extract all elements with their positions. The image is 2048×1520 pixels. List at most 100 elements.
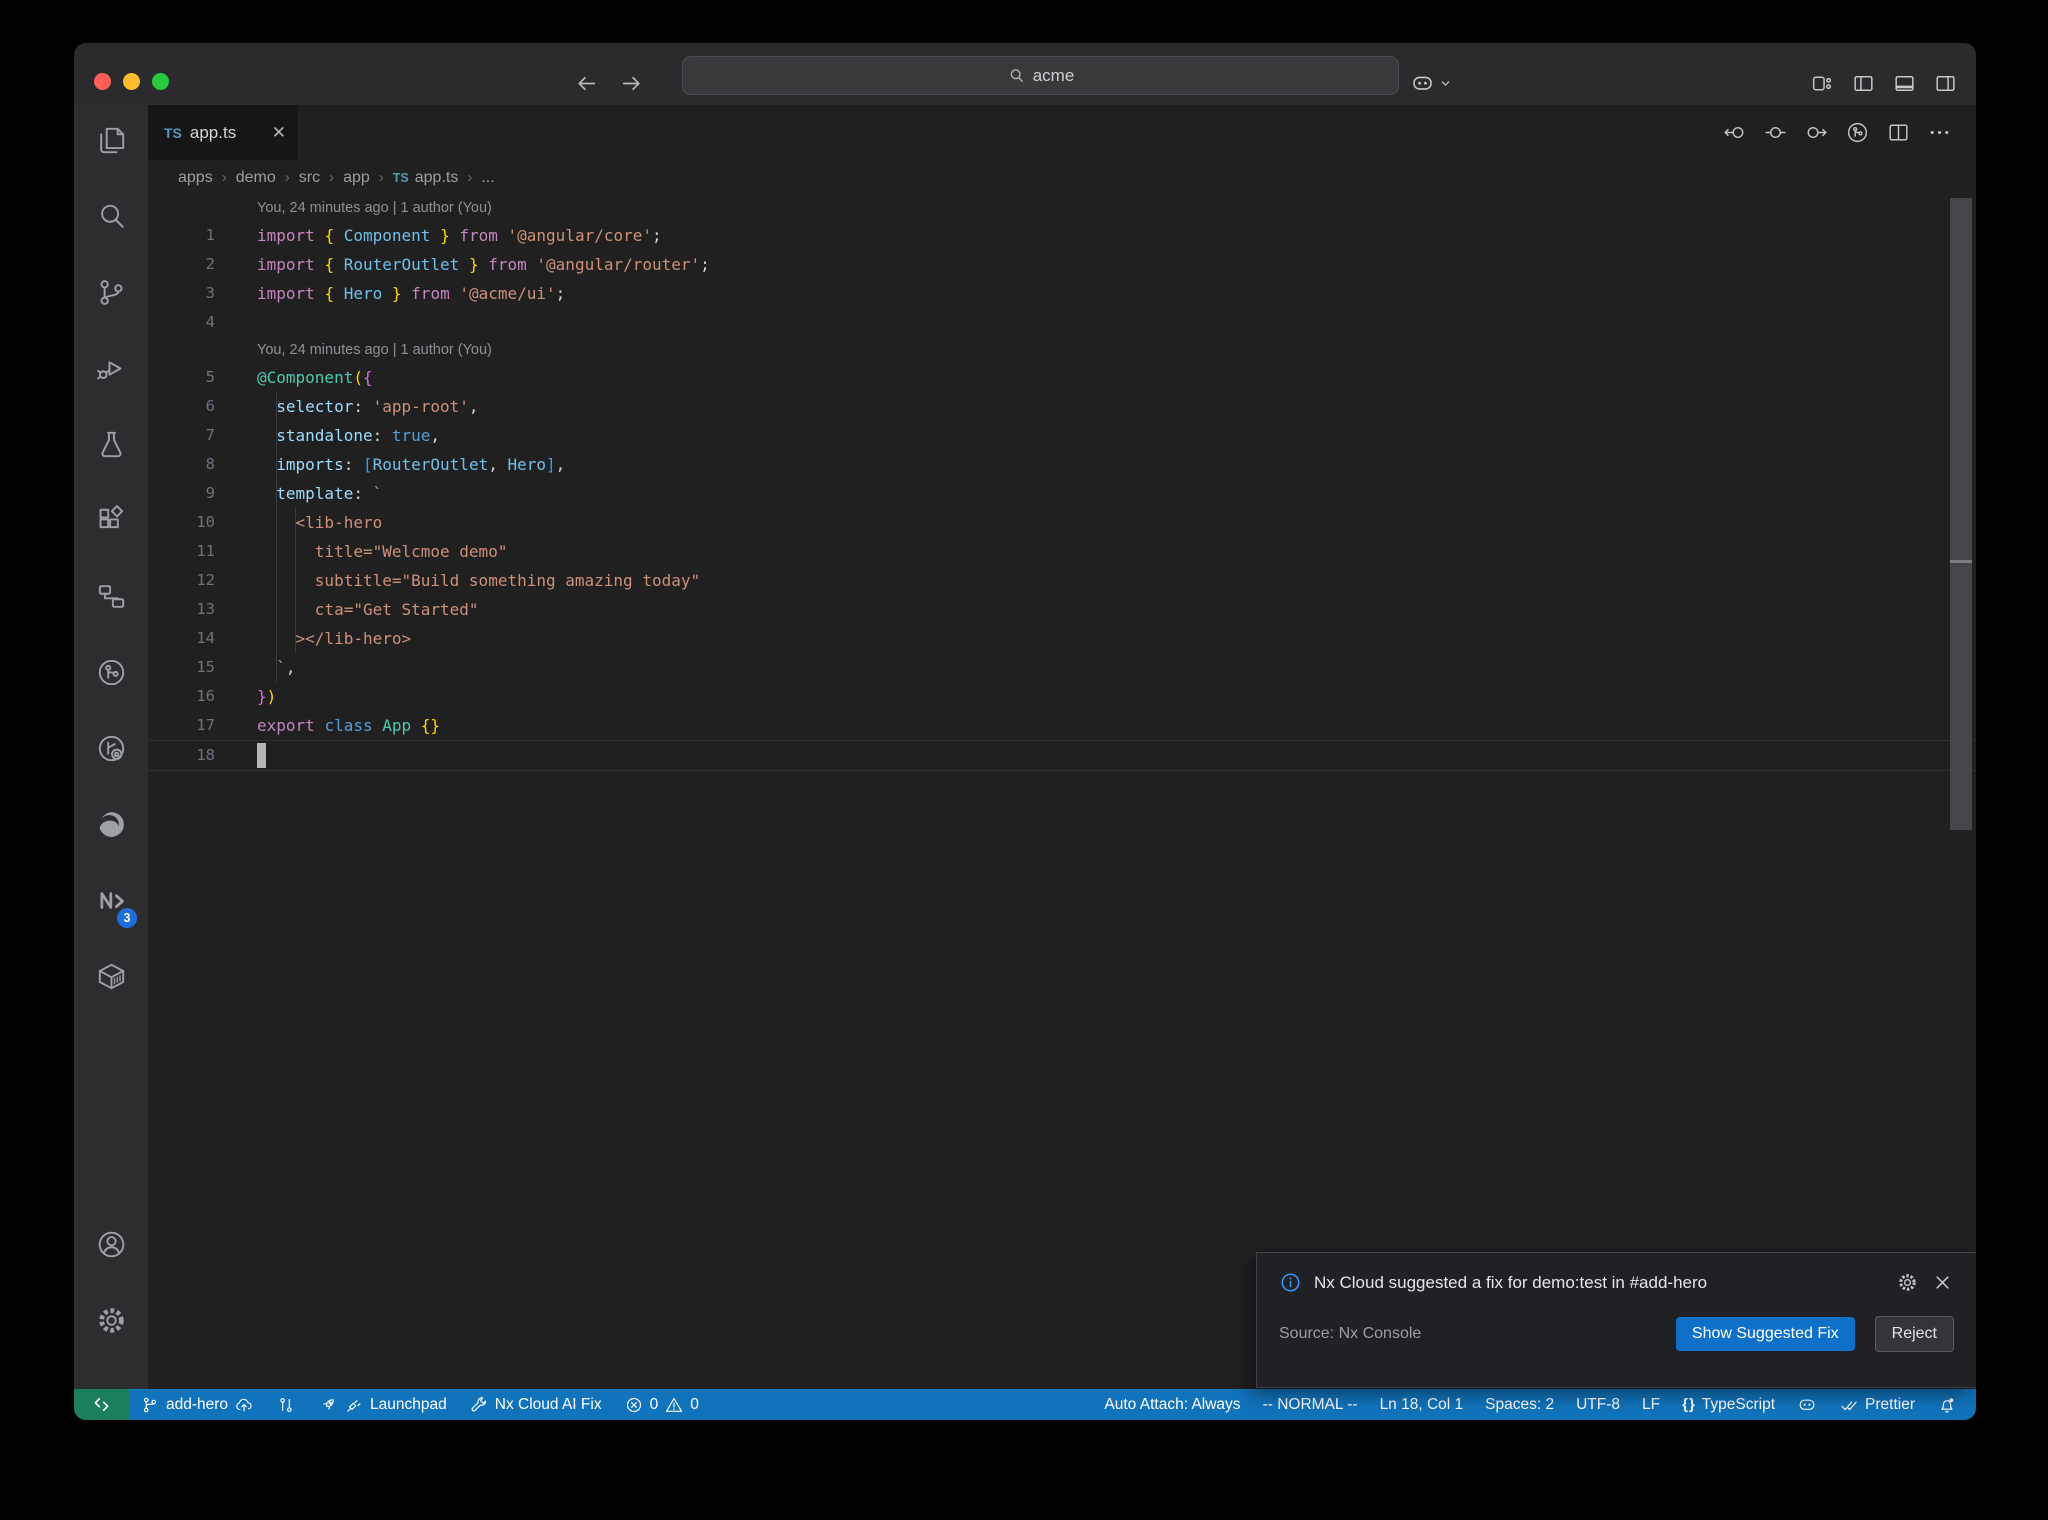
activity-item-explorer[interactable] xyxy=(87,119,135,167)
activity-item-source-control[interactable] xyxy=(87,271,135,319)
line-number: 10 xyxy=(196,513,215,531)
status-item-git-graph[interactable] xyxy=(265,1389,307,1420)
command-center-search[interactable]: acme xyxy=(682,56,1399,95)
status-item-auto-attach[interactable]: Auto Attach: Always xyxy=(1093,1389,1251,1420)
status-item-cursor-position[interactable]: Ln 18, Col 1 xyxy=(1369,1389,1475,1420)
code-line-3: 3 import { Hero } from '@acme/ui'; xyxy=(148,279,1976,308)
toggle-primary-sidebar-icon[interactable] xyxy=(1851,71,1876,96)
status-item-branch-add-hero[interactable]: add-hero xyxy=(129,1389,265,1420)
breadcrumb-item--[interactable]: ... xyxy=(481,169,494,187)
nx-cloud-icon xyxy=(95,732,128,770)
source-control-icon xyxy=(95,276,128,314)
tab-bar: TS app.ts ✕ xyxy=(148,105,1976,160)
copilot-icon[interactable] xyxy=(1410,71,1435,96)
status-item-nx-cloud-ai-fix[interactable]: Nx Cloud AI Fix xyxy=(458,1389,613,1420)
nx-run-target-icon[interactable] xyxy=(1845,120,1870,145)
status-item-indentation[interactable]: Spaces: 2 xyxy=(1474,1389,1565,1420)
history-back-icon[interactable] xyxy=(574,71,599,96)
nav-back-circle-icon[interactable] xyxy=(1722,120,1747,145)
notification-source: Source: Nx Console xyxy=(1279,1325,1422,1342)
text-cursor xyxy=(257,743,266,768)
code-line-12: 12 subtitle="Build something amazing tod… xyxy=(148,566,1976,595)
toggle-secondary-sidebar-icon[interactable] xyxy=(1933,71,1958,96)
activity-item-extensions[interactable] xyxy=(87,499,135,547)
typescript-file-icon: TS xyxy=(164,124,182,141)
breadcrumb-item-src[interactable]: src xyxy=(299,169,320,187)
activity-item-nx-console[interactable]: 3 xyxy=(87,879,137,928)
status-item-launchpad[interactable]: Launchpad xyxy=(307,1389,458,1420)
activity-item-search[interactable] xyxy=(87,195,135,243)
nav-forward-circle-icon[interactable] xyxy=(1804,120,1829,145)
status-item-notifications-bell[interactable] xyxy=(1926,1389,1968,1420)
cloud-upload-icon xyxy=(234,1395,254,1415)
remote-indicator[interactable] xyxy=(74,1389,129,1420)
status-item-eol[interactable]: LF xyxy=(1631,1389,1671,1420)
containers-icon xyxy=(95,960,128,998)
status-item-problems[interactable]: 00 xyxy=(613,1389,710,1420)
accounts-icon xyxy=(95,1228,128,1266)
code-line-10: 10 <lib-hero xyxy=(148,508,1976,537)
breadcrumb-item-app[interactable]: app xyxy=(343,169,370,187)
breadcrumb-item-demo[interactable]: demo xyxy=(236,169,276,187)
activity-item-project-graph[interactable] xyxy=(87,575,135,623)
minimize-window-button[interactable] xyxy=(123,73,140,90)
notification-toast: Nx Cloud suggested a fix for demo:test i… xyxy=(1256,1252,1976,1388)
status-item-vim-mode[interactable]: -- NORMAL -- xyxy=(1252,1389,1369,1420)
code-line-7: 7 standalone: true, xyxy=(148,421,1976,450)
zoom-window-button[interactable] xyxy=(152,73,169,90)
tab-app-ts[interactable]: TS app.ts ✕ xyxy=(148,105,298,160)
typescript-file-icon: TS xyxy=(392,170,409,185)
status-item-language-typescript[interactable]: {} TypeScript xyxy=(1671,1389,1786,1420)
activity-item-run-debug[interactable] xyxy=(87,347,135,395)
code-line-17: 17 export class App {} xyxy=(148,711,1976,740)
line-number: 17 xyxy=(196,716,215,734)
code-editor[interactable]: You, 24 minutes ago | 1 author (You) 1 imp… xyxy=(148,195,1976,1389)
line-number: 3 xyxy=(205,284,215,302)
breadcrumb-item-apps[interactable]: apps xyxy=(178,169,213,187)
status-item-prettier[interactable]: Prettier xyxy=(1828,1389,1926,1420)
reject-button[interactable]: Reject xyxy=(1874,1316,1954,1352)
explorer-icon xyxy=(95,124,128,162)
status-item-encoding[interactable]: UTF-8 xyxy=(1565,1389,1631,1420)
customize-layout-icon[interactable] xyxy=(1810,71,1835,96)
show-suggested-fix-button[interactable]: Show Suggested Fix xyxy=(1675,1317,1855,1351)
badge-count: 3 xyxy=(117,908,137,928)
breadcrumb-separator: › xyxy=(467,169,473,186)
notification-settings-gear-icon[interactable] xyxy=(1896,1271,1919,1294)
more-actions-icon[interactable] xyxy=(1927,120,1952,145)
tab-label: app.ts xyxy=(189,122,237,142)
close-window-button[interactable] xyxy=(94,73,111,90)
chevron-down-icon[interactable] xyxy=(1438,76,1453,91)
code-line-2: 2 import { RouterOutlet } from '@angular/… xyxy=(148,250,1976,279)
activity-item-settings-gear[interactable] xyxy=(87,1299,135,1347)
tab-close-icon[interactable]: ✕ xyxy=(272,124,286,141)
breadcrumb-item-app-ts[interactable]: TS app.ts xyxy=(393,169,459,187)
activity-item-edge-tools[interactable] xyxy=(87,803,135,851)
history-forward-icon[interactable] xyxy=(619,71,644,96)
code-line-18: 18 xyxy=(148,740,1976,771)
notification-close-icon[interactable] xyxy=(1931,1271,1954,1294)
code-line-13: 13 cta="Get Started" xyxy=(148,595,1976,624)
editor-scrollbar[interactable] xyxy=(1950,198,1972,830)
wrench-icon xyxy=(469,1395,489,1415)
error-circle-icon xyxy=(624,1395,644,1415)
toggle-panel-icon[interactable] xyxy=(1892,71,1917,96)
activity-item-nx-cloud[interactable] xyxy=(87,727,135,775)
activity-item-containers[interactable] xyxy=(87,955,135,1003)
edge-tools-icon xyxy=(95,808,128,846)
run-debug-icon xyxy=(95,352,128,390)
activity-item-testing[interactable] xyxy=(87,423,135,471)
split-editor-icon[interactable] xyxy=(1886,120,1911,145)
search-icon xyxy=(95,200,128,238)
line-number: 1 xyxy=(205,226,215,244)
gitlens-blame-annotation: You, 24 minutes ago | 1 author (You) xyxy=(257,200,492,216)
breadcrumb: apps › demo › src › app › TS app.ts ›... xyxy=(148,160,1976,195)
status-item-copilot[interactable] xyxy=(1786,1389,1828,1420)
activity-item-nx-run[interactable] xyxy=(87,651,135,699)
nx-run-icon xyxy=(95,656,128,694)
line-number: 16 xyxy=(196,687,215,705)
activity-item-accounts[interactable] xyxy=(87,1223,135,1271)
nav-current-circle-icon[interactable] xyxy=(1763,120,1788,145)
vscode-window: acme 3 TS app.ts ✕ apps › demo › src › app › TS a… xyxy=(74,43,1976,1420)
line-number: 13 xyxy=(196,600,215,618)
